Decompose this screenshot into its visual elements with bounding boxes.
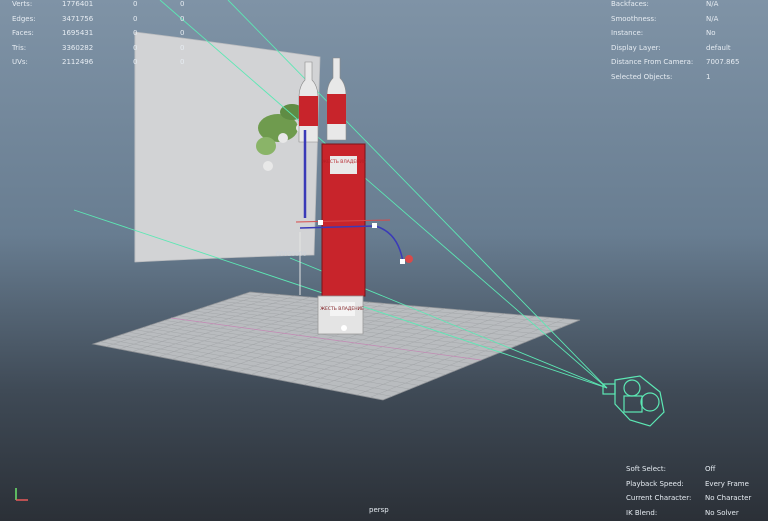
hud-row-current-character: Current Character: No Character (626, 494, 752, 502)
hud-row-playback-speed: Playback Speed: Every Frame (626, 479, 749, 488)
perspective-viewport[interactable]: Verts: 1776401 0 0 Edges: 3471756 0 0 Faces: 16… (0, 0, 768, 521)
playback-info-hud: Soft Select: Off Playback Speed: Every Fra… (626, 462, 766, 520)
red-display-stand[interactable] (317, 143, 366, 335)
hud-row-soft-select: Soft Select: Off (626, 465, 716, 473)
axis-icon (15, 488, 28, 501)
hud-row-edges: Edges: 3471756 0 0 (12, 14, 185, 23)
camera-name-label: persp (369, 506, 389, 514)
view-axis-indicator (12, 484, 32, 508)
object-info-hud: Backfaces: N/A Smoothness: N/A Instance: No… (611, 0, 761, 84)
poly-count-hud: Verts: 1776401 0 0 Edges: 3471756 0 0 Faces: 16… (12, 0, 212, 70)
manipulator-value-label: 00030000 (276, 251, 307, 258)
hud-row-backfaces: Backfaces: N/A (611, 0, 719, 8)
hud-row-faces: Faces: 1695431 0 0 (12, 29, 185, 37)
camera-object[interactable] (602, 375, 665, 427)
hud-row-instance: Instance: No (611, 29, 716, 37)
hud-row-uvs: UVs: 2112496 0 0 (12, 58, 185, 66)
hud-row-selected: Selected Objects: 1 (611, 72, 711, 81)
hud-row-verts: Verts: 1776401 0 0 (12, 0, 185, 8)
hud-row-distance: Distance From Camera: 7007.865 (611, 58, 740, 66)
hud-row-tris: Tris: 3360282 0 0 (12, 43, 185, 52)
hud-row-smoothness: Smoothness: N/A (611, 14, 719, 23)
hud-row-ik-blend: IK Blend: No Solver (626, 508, 739, 517)
hud-row-display-layer: Display Layer: default (611, 43, 731, 52)
bottle-right[interactable] (326, 57, 347, 141)
